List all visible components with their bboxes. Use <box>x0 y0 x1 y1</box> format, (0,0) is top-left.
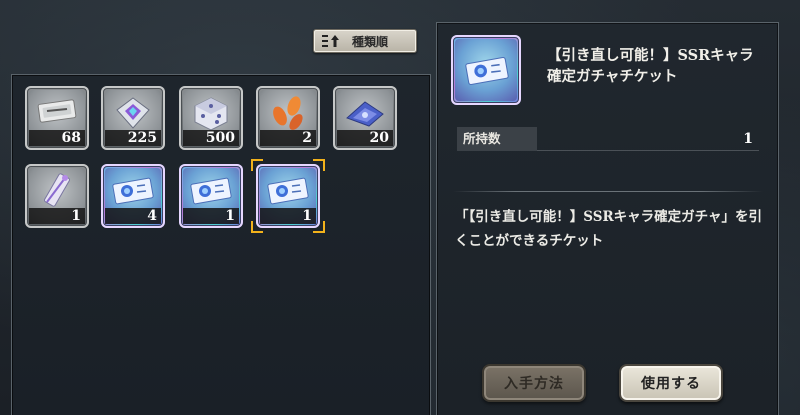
section-divider <box>453 191 763 192</box>
acquire-method-label: 入手方法 <box>504 376 564 392</box>
item-count: 225 <box>105 130 161 146</box>
gacha-ticket-icon <box>267 177 309 205</box>
inventory-item[interactable]: 1 <box>179 164 243 228</box>
inventory-item[interactable]: 2 <box>256 86 320 150</box>
inventory-item[interactable]: 1 <box>25 164 89 228</box>
sort-icon <box>322 35 339 47</box>
gacha-ticket-icon <box>190 177 232 205</box>
use-item-label: 使用する <box>641 376 701 392</box>
inventory-item[interactable]: 20 <box>333 86 397 150</box>
game-screen: 種類順 68 225 500 2 20 1 4 1 1 【引き直し可能！】SSR… <box>0 0 800 415</box>
bookmark-charm-icon <box>44 173 70 207</box>
inventory-panel: 68 225 500 2 20 1 4 1 1 <box>11 74 431 415</box>
inventory-item[interactable]: 225 <box>101 86 165 150</box>
item-count: 1 <box>260 208 316 224</box>
gacha-ticket-icon <box>112 177 154 205</box>
item-count: 20 <box>337 130 393 146</box>
owned-count-value: 1 <box>743 131 753 147</box>
item-count: 2 <box>260 130 316 146</box>
inventory-item[interactable]: 68 <box>25 86 89 150</box>
detail-item-icon <box>451 35 521 105</box>
inventory-item[interactable]: 500 <box>179 86 243 150</box>
item-title: 【引き直し可能！】SSRキャラ確定ガチャチケット <box>547 47 754 85</box>
orange-leaves-icon <box>273 96 303 130</box>
gacha-ticket-icon <box>465 56 509 86</box>
use-item-button[interactable]: 使用する <box>619 364 723 402</box>
owned-count-label: 所持数 <box>457 127 537 151</box>
item-detail-panel: 【引き直し可能！】SSRキャラ確定ガチャチケット 所持数 1 「【引き直し可能！… <box>436 22 779 415</box>
item-count: 4 <box>105 208 161 224</box>
sort-button-label: 種類順 <box>352 34 389 49</box>
item-description: 「【引き直し可能！】SSRキャラ確定ガチャ」を引くことができるチケット <box>455 209 763 249</box>
item-count: 68 <box>29 130 85 146</box>
owned-underline <box>537 150 759 151</box>
acquire-method-button[interactable]: 入手方法 <box>482 364 586 402</box>
owned-count-row: 所持数 1 <box>457 127 759 151</box>
blue-paper-icon <box>346 101 384 127</box>
sort-button[interactable]: 種類順 <box>313 29 417 53</box>
crystal-gem-icon <box>116 97 150 129</box>
item-count: 1 <box>183 208 239 224</box>
inventory-item-selected[interactable]: 1 <box>251 159 325 233</box>
dice-cube-icon <box>194 97 228 131</box>
item-count: 500 <box>183 130 239 146</box>
silver-ticket-icon <box>37 99 77 123</box>
item-count: 1 <box>29 208 85 224</box>
inventory-item[interactable]: 4 <box>101 164 165 228</box>
